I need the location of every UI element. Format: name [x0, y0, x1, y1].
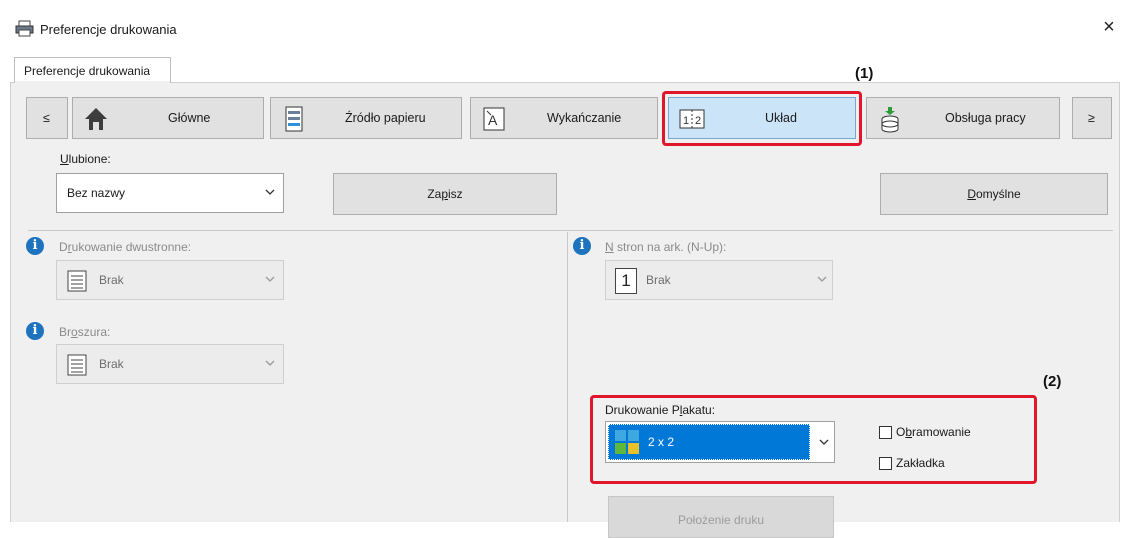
printer-icon — [15, 20, 34, 37]
home-icon — [85, 108, 107, 130]
tab-preferences[interactable]: Preferencje drukowania — [14, 57, 171, 83]
divider — [28, 230, 1113, 231]
paper-tray-icon — [285, 106, 303, 132]
callout-2: (2) — [1043, 373, 1062, 390]
border-checkbox[interactable] — [879, 426, 892, 439]
border-label: Obramowanie — [896, 425, 971, 439]
nav-prev-button[interactable]: ≤ — [26, 97, 68, 139]
favorites-select[interactable]: Bez nazwy — [56, 173, 284, 213]
finishing-icon: A — [483, 107, 505, 131]
info-icon[interactable]: i — [26, 322, 44, 340]
info-icon[interactable]: i — [573, 237, 591, 255]
close-button[interactable]: × — [1099, 17, 1119, 38]
poster-label: Drukowanie Plakatu: — [605, 403, 716, 417]
poster-select[interactable]: 2 x 2 — [605, 421, 835, 463]
nav-tab-finishing[interactable]: A Wykańczanie — [470, 97, 658, 139]
tab-checkbox[interactable] — [879, 457, 892, 470]
nup-page-icon: 1 — [615, 268, 637, 294]
document-icon — [67, 270, 87, 292]
job-handling-icon — [881, 107, 899, 133]
nup-label: N stron na ark. (N-Up): — [605, 240, 727, 254]
chevron-down-icon — [817, 276, 827, 282]
print-position-button[interactable]: Położenie druku — [608, 496, 834, 538]
save-button[interactable]: Zapisz — [333, 173, 557, 215]
info-icon[interactable]: i — [26, 237, 44, 255]
column-divider — [567, 232, 568, 522]
nav-tab-job-handling[interactable]: Obsługa pracy — [866, 97, 1060, 139]
document-icon — [67, 354, 87, 376]
defaults-button[interactable]: Domyślne — [880, 173, 1108, 215]
svg-text:A: A — [488, 112, 498, 128]
booklet-label: Broszura: — [59, 325, 111, 339]
booklet-select[interactable]: Brak — [56, 344, 284, 384]
duplex-label: Drukowanie dwustronne: — [59, 240, 192, 254]
nup-select[interactable]: 1 Brak — [605, 260, 833, 300]
nav-tab-paper-source[interactable]: Źródło papieru — [270, 97, 462, 139]
chevron-down-icon — [265, 360, 275, 366]
favorites-label: Ulubione: — [60, 152, 111, 166]
callout-1: (1) — [855, 65, 874, 82]
window-title: Preferencje drukowania — [40, 22, 177, 37]
highlight-layout-tab — [662, 91, 862, 146]
chevron-down-icon — [265, 189, 275, 195]
chevron-down-icon — [819, 439, 829, 445]
nav-tab-main[interactable]: Główne — [72, 97, 264, 139]
tab-label: Zakładka — [896, 456, 945, 470]
chevron-down-icon — [265, 276, 275, 282]
poster-grid-icon — [615, 430, 639, 454]
nav-next-button[interactable]: ≥ — [1072, 97, 1112, 139]
duplex-select[interactable]: Brak — [56, 260, 284, 300]
